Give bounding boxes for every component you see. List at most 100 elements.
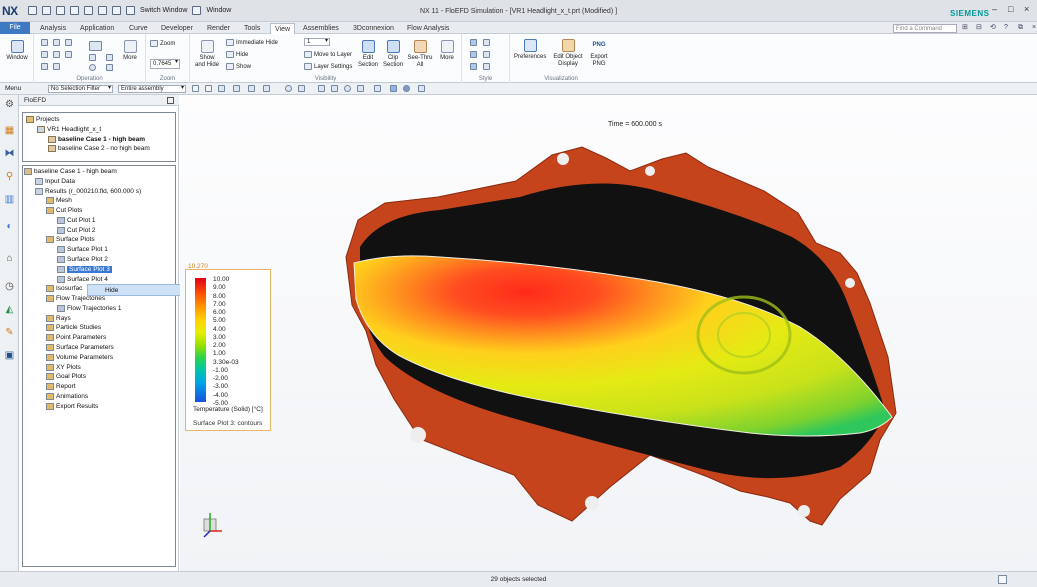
results-tree-item[interactable]: Cut Plot 1 [57, 216, 96, 224]
export-png-button[interactable]: PNG Export PNG [588, 39, 610, 67]
tab-developer[interactable]: Developer [157, 23, 197, 34]
floefd-analysis-tree-icon[interactable]: ▣ [4, 350, 15, 361]
results-tree-item[interactable]: baseline Case 1 - high beam [24, 168, 117, 175]
rotate-view-icon[interactable] [344, 85, 351, 92]
preferences-button[interactable]: Preferences [514, 39, 546, 61]
results-tree-item[interactable]: Rays [46, 314, 71, 322]
shaded-edges-icon[interactable] [483, 39, 490, 46]
top-view-icon[interactable] [53, 63, 60, 70]
part-navigator-icon[interactable]: ▦ [4, 125, 15, 136]
work-layer-select[interactable]: 1 [304, 38, 330, 46]
see-thru-all-button[interactable]: See-Thru All [406, 40, 434, 68]
constraint-navigator-icon[interactable]: ⚲ [4, 171, 15, 182]
selection-icon-1[interactable] [192, 85, 199, 92]
orientation-icon[interactable] [357, 85, 364, 92]
results-tree-item[interactable]: Goal Plots [46, 373, 86, 381]
restore-icon[interactable]: ⧉ [1018, 24, 1026, 32]
results-tree-item[interactable]: Particle Studies [46, 324, 101, 332]
perspective-icon[interactable] [65, 51, 72, 58]
menu-button[interactable]: Menu [5, 85, 21, 92]
grid-icon[interactable]: ⊞ [962, 24, 970, 32]
refresh-view-icon[interactable] [89, 64, 96, 71]
rectangle-select-icon[interactable] [248, 85, 255, 92]
snap-icon[interactable] [233, 85, 240, 92]
project-tree-item[interactable]: baseline Case 2 - no high beam [48, 145, 150, 153]
results-tree-item[interactable]: Surface Plot 2 [57, 256, 108, 264]
tab-flow-analysis[interactable]: Flow Analysis [403, 23, 453, 34]
selection-filter-dropdown[interactable]: No Selection Filter [48, 85, 113, 93]
tab-3dconnexion[interactable]: 3Dconnexion [349, 23, 398, 34]
results-tree-item[interactable]: Export Results [46, 402, 98, 410]
show-and-hide-button[interactable]: Show and Hide [194, 40, 220, 68]
tab-file[interactable]: File [0, 22, 30, 34]
results-tree-item[interactable]: Point Parameters [46, 334, 106, 342]
results-tree-item[interactable]: Cut Plot 2 [57, 226, 96, 234]
visibility-icon[interactable] [418, 85, 425, 92]
project-tree-item[interactable]: baseline Case 1 - high beam [48, 135, 145, 143]
shaded-icon[interactable] [89, 54, 96, 61]
help-icon[interactable]: ? [1004, 24, 1012, 32]
rotate-icon[interactable] [41, 51, 48, 58]
tab-render[interactable]: Render [203, 23, 234, 34]
lasso-icon[interactable] [263, 85, 270, 92]
web-browser-icon[interactable]: ◐ [4, 221, 15, 232]
selection-icon-2[interactable] [205, 85, 212, 92]
refresh-icon[interactable]: ⟲ [990, 24, 998, 32]
results-tree-item[interactable]: Surface Parameters [46, 344, 114, 352]
show-button[interactable]: Show [226, 63, 251, 70]
edges-icon[interactable] [106, 64, 113, 71]
reuse-library-icon[interactable]: ▥ [4, 194, 15, 205]
history-icon[interactable]: ⌂ [4, 253, 15, 264]
edit-object-display-button[interactable]: Edit Object Display [550, 39, 586, 67]
partially-shaded-icon[interactable] [483, 63, 490, 70]
close-icon[interactable]: × [1024, 5, 1033, 14]
process-studio-icon[interactable]: ◭ [4, 304, 15, 315]
tab-curve[interactable]: Curve [125, 23, 152, 34]
tab-view[interactable]: View [270, 23, 296, 34]
zoom-button[interactable]: Zoom [150, 40, 175, 47]
clip-section-button[interactable]: Clip Section [381, 40, 405, 68]
view-icon[interactable] [285, 85, 292, 92]
hide-selected-icon[interactable] [298, 85, 305, 92]
zoom-window-icon[interactable] [331, 85, 338, 92]
minimize-icon[interactable]: – [992, 5, 1001, 14]
fit-view-icon[interactable] [318, 85, 325, 92]
orient-icon[interactable] [53, 51, 60, 58]
operation-more-button[interactable]: More [118, 40, 142, 62]
project-tree-item[interactable]: VR1 Headlight_x_t [37, 125, 101, 133]
temperature-legend[interactable]: 10.270 10.00 9.00 8.00 7.00 6.00 5.00 4.00 3.00… [185, 263, 271, 431]
render-style-icon[interactable] [374, 85, 381, 92]
face-analysis-icon[interactable] [470, 63, 477, 70]
results-tree-item[interactable]: XY Plots [46, 363, 81, 371]
find-command-input[interactable]: Find a Command [893, 24, 957, 33]
results-tree-item[interactable]: Report [46, 383, 76, 391]
static-wire-icon[interactable] [470, 51, 477, 58]
graphics-window[interactable]: Time = 600.000 s 10.270 10.00 9.00 8.00 … [180, 95, 1037, 571]
pan-icon[interactable] [65, 39, 72, 46]
assembly-navigator-icon[interactable]: ⧓ [4, 148, 15, 159]
shade-icon[interactable] [390, 85, 397, 92]
results-tree-item[interactable]: Volume Parameters [46, 353, 113, 361]
zoom-fit-icon[interactable] [53, 39, 60, 46]
results-tree-item[interactable]: Flow Trajectories 1 [57, 304, 122, 312]
project-tree-item[interactable]: Projects [26, 116, 59, 123]
immediate-hide-button[interactable]: Immediate Hide [226, 39, 278, 46]
context-menu-hide-item[interactable]: Hide [87, 284, 194, 296]
wireframe-icon[interactable] [106, 54, 113, 61]
front-view-icon[interactable] [41, 63, 48, 70]
tab-assemblies[interactable]: Assemblies [299, 23, 343, 34]
results-tree-item[interactable]: Surface Plot 4 [57, 275, 108, 283]
display-icon[interactable] [89, 41, 102, 51]
view-triad-icon[interactable] [198, 509, 228, 539]
select-icon[interactable] [218, 85, 225, 92]
settings-gear-icon[interactable]: ⚙ [4, 99, 15, 110]
visibility-more-button[interactable]: More [436, 40, 458, 62]
results-tree-item[interactable]: Surface Plot 1 [57, 246, 108, 254]
move-to-layer-button[interactable]: Move to Layer [304, 51, 352, 58]
fit-icon[interactable] [41, 39, 48, 46]
close-doc-icon[interactable]: × [1032, 24, 1037, 32]
results-tree-item[interactable]: Isosurfac [46, 285, 82, 293]
results-tree-item[interactable]: Surface Plots [46, 236, 95, 244]
results-tree-item[interactable]: Surface Plot 3 [57, 265, 112, 273]
layer-settings-button[interactable]: Layer Settings [304, 63, 352, 70]
